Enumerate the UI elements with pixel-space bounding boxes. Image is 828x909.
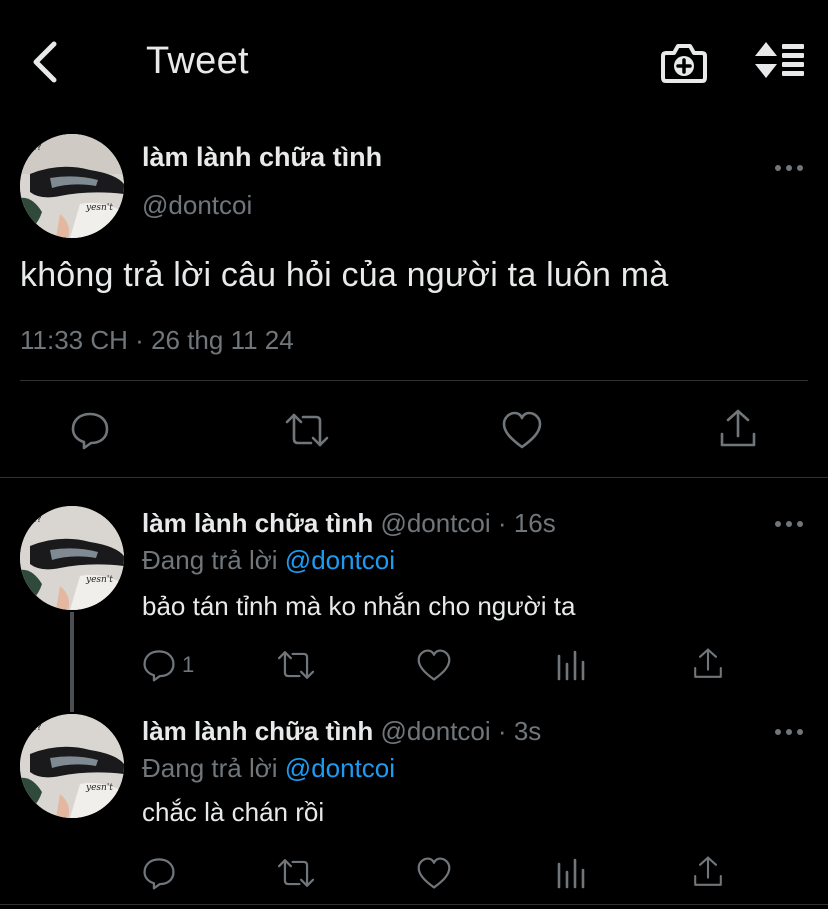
share-icon xyxy=(694,648,722,678)
svg-text:od?: od? xyxy=(24,722,42,733)
separator-dot: · xyxy=(497,508,507,538)
divider xyxy=(20,380,808,381)
more-options-button[interactable] xyxy=(772,722,806,742)
share-icon xyxy=(720,409,756,447)
replying-prefix: Đang trả lời xyxy=(142,545,278,575)
replying-prefix: Đang trả lời xyxy=(142,753,278,783)
reply-icon xyxy=(143,650,175,682)
handle[interactable]: @dontcoi xyxy=(380,716,490,746)
avatar-image: od? yesn't xyxy=(20,506,124,610)
mention-link[interactable]: @dontcoi xyxy=(285,753,395,783)
page-title: Tweet xyxy=(146,40,249,82)
heart-icon xyxy=(502,411,542,449)
svg-text:yesn't: yesn't xyxy=(85,783,113,793)
share-button[interactable] xyxy=(718,408,758,450)
replying-to: Đang trả lời @dontcoi xyxy=(142,753,395,784)
like-button[interactable] xyxy=(501,410,543,450)
reply-icon xyxy=(143,858,175,890)
like-button[interactable] xyxy=(416,856,452,890)
tweet-text: không trả lời câu hỏi của người ta luôn … xyxy=(20,256,669,294)
reply-header: làm lành chữa tình @dontcoi · 3s xyxy=(142,716,541,747)
views-button[interactable] xyxy=(556,648,586,682)
heart-icon xyxy=(417,649,451,681)
retweet-icon xyxy=(285,413,329,447)
svg-text:yesn't: yesn't xyxy=(85,203,113,213)
views-button[interactable] xyxy=(556,856,586,890)
retweet-button[interactable] xyxy=(276,856,316,890)
reply-text: bảo tán tỉnh mà ko nhắn cho người ta xyxy=(142,591,576,621)
retweet-button[interactable] xyxy=(276,648,316,682)
camera-button[interactable] xyxy=(660,40,708,86)
sort-replies-button[interactable] xyxy=(752,40,808,84)
more-options-button[interactable] xyxy=(772,514,806,534)
share-button[interactable] xyxy=(692,646,724,682)
display-name[interactable]: làm lành chữa tình xyxy=(142,716,373,746)
svg-text:od?: od? xyxy=(24,142,42,153)
separator-dot: · xyxy=(135,325,144,355)
camera-plus-icon xyxy=(661,44,707,83)
reply-count: 1 xyxy=(182,652,195,677)
handle[interactable]: @dontcoi xyxy=(380,508,490,538)
avatar-image: od? yesn't xyxy=(20,714,124,818)
analytics-icon xyxy=(557,650,585,681)
svg-text:od?: od? xyxy=(24,514,42,525)
avatar[interactable]: od? yesn't xyxy=(20,134,124,238)
retweet-button[interactable] xyxy=(284,410,330,450)
sort-lines-icon xyxy=(755,42,804,78)
retweet-icon xyxy=(277,651,315,679)
reply-icon xyxy=(71,412,109,450)
analytics-icon xyxy=(557,858,585,889)
tweet-timestamp: 11:33 CH · 26 thg 11 24 xyxy=(20,325,294,356)
more-horizontal-icon xyxy=(775,521,803,527)
reply-button[interactable]: 1 xyxy=(142,648,202,682)
display-name[interactable]: làm lành chữa tình xyxy=(142,508,373,538)
tweet-time: 11:33 CH xyxy=(20,325,128,355)
thread-line xyxy=(70,612,74,712)
mention-link[interactable]: @dontcoi xyxy=(285,545,395,575)
like-button[interactable] xyxy=(416,648,452,682)
back-button[interactable] xyxy=(22,38,66,86)
avatar-image: od? yesn't xyxy=(20,134,124,238)
handle[interactable]: @dontcoi xyxy=(142,190,252,221)
share-button[interactable] xyxy=(692,854,724,890)
chevron-left-icon xyxy=(33,41,57,83)
retweet-icon xyxy=(277,859,315,887)
reply-header: làm lành chữa tình @dontcoi · 16s xyxy=(142,508,556,539)
tweet-date: 26 thg 11 24 xyxy=(151,325,294,355)
reply-text: chắc là chán rồi xyxy=(142,797,325,827)
avatar[interactable]: od? yesn't xyxy=(20,506,124,610)
reply-button[interactable] xyxy=(142,856,176,890)
display-name[interactable]: làm lành chữa tình xyxy=(142,142,382,173)
replying-to: Đang trả lời @dontcoi xyxy=(142,545,395,576)
divider xyxy=(0,904,828,905)
more-options-button[interactable] xyxy=(772,158,806,178)
reply-button[interactable] xyxy=(70,410,110,450)
reply-age: 16s xyxy=(513,508,556,538)
more-horizontal-icon xyxy=(775,165,803,171)
heart-icon xyxy=(417,857,451,889)
separator-dot: · xyxy=(497,716,507,746)
share-icon xyxy=(694,856,722,886)
reply-age: 3s xyxy=(513,716,542,746)
more-horizontal-icon xyxy=(775,729,803,735)
divider xyxy=(0,477,828,478)
svg-text:yesn't: yesn't xyxy=(85,575,113,585)
avatar[interactable]: od? yesn't xyxy=(20,714,124,818)
